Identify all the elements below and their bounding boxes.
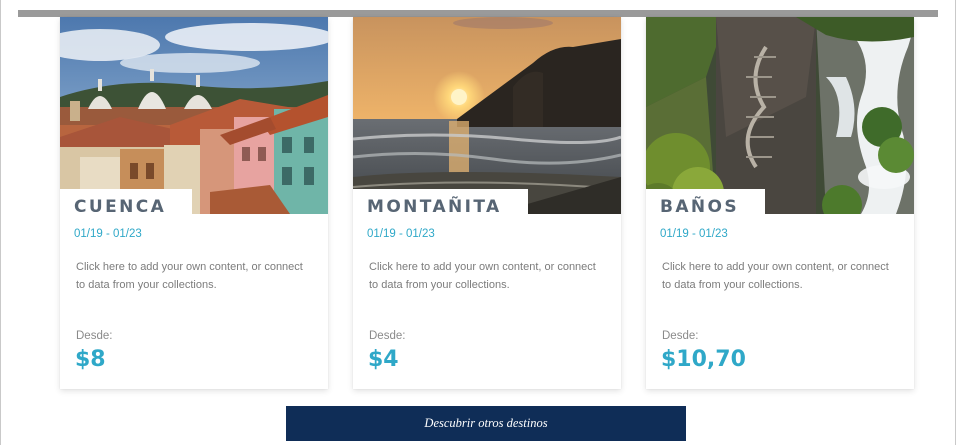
top-divider-bar bbox=[18, 10, 938, 17]
card-price: $8 bbox=[75, 347, 106, 372]
card-title: CUENCA bbox=[74, 197, 167, 217]
card-description: Click here to add your own content, or c… bbox=[662, 261, 889, 291]
card-price: $10,70 bbox=[661, 347, 746, 372]
card-title-box: MONTAÑITA bbox=[353, 189, 528, 219]
price-from-label: Desde: bbox=[369, 330, 406, 342]
banos-photo[interactable] bbox=[646, 17, 914, 214]
price-from-label: Desde: bbox=[662, 330, 699, 342]
card-description: Click here to add your own content, or c… bbox=[76, 261, 303, 291]
card-dates: 01/19 - 01/23 bbox=[74, 228, 142, 240]
card-price: $4 bbox=[368, 347, 399, 372]
card-dates: 01/19 - 01/23 bbox=[660, 228, 728, 240]
montanita-photo[interactable] bbox=[353, 17, 621, 214]
discover-other-destinations-button[interactable]: Descubrir otros destinos bbox=[286, 406, 686, 441]
card-title-box: CUENCA bbox=[60, 189, 193, 219]
card-title: BAÑOS bbox=[660, 197, 740, 217]
card-dates: 01/19 - 01/23 bbox=[367, 228, 435, 240]
price-from-label: Desde: bbox=[76, 330, 113, 342]
cuenca-photo[interactable] bbox=[60, 17, 328, 214]
destination-card-montanita[interactable]: MONTAÑITA 01/19 - 01/23 Click here to ad… bbox=[353, 17, 621, 389]
card-title-box: BAÑOS bbox=[646, 189, 766, 219]
card-description: Click here to add your own content, or c… bbox=[369, 261, 596, 291]
card-title: MONTAÑITA bbox=[367, 197, 502, 217]
destination-card-banos[interactable]: BAÑOS 01/19 - 01/23 Click here to add yo… bbox=[646, 17, 914, 389]
destination-card-cuenca[interactable]: CUENCA 01/19 - 01/23 Click here to add y… bbox=[60, 17, 328, 389]
